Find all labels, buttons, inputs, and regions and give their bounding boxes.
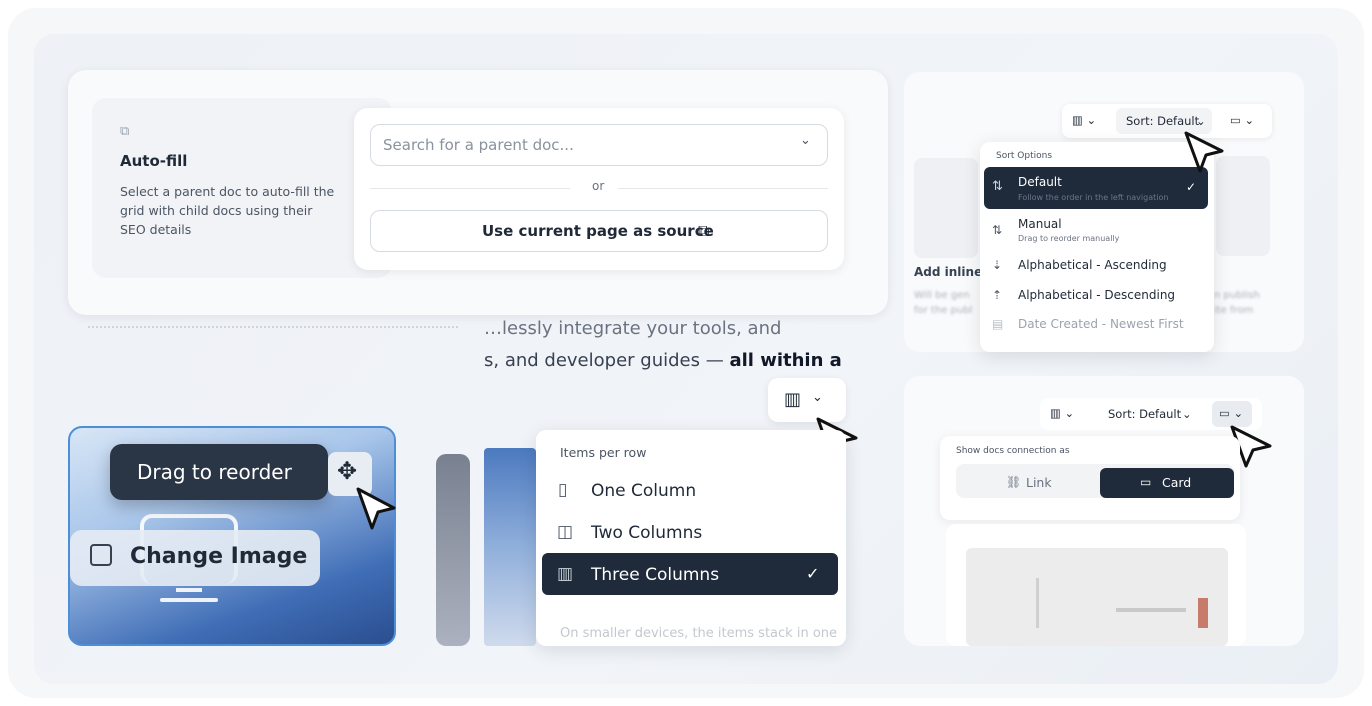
sort-option-alpha-desc[interactable]: Alphabetical - Descending [1018, 288, 1175, 302]
menu-item-one-column[interactable]: One Column [591, 481, 696, 501]
chevron-down-icon: ⌄ [1196, 114, 1206, 128]
adjacent-image [484, 448, 536, 646]
three-columns-icon: ▥ [557, 564, 574, 584]
card-view-icon[interactable]: ▭ ⌄ [1230, 113, 1254, 127]
chevron-down-icon[interactable]: ⌄ [800, 133, 811, 148]
ghost-text-right: n publish ite from [1214, 290, 1260, 316]
hero-text-line2-bold: all within a [729, 350, 842, 371]
default-sort-icon: ⇅ [992, 179, 1003, 194]
sort-options-header: Sort Options [996, 151, 1053, 161]
monitor-stand [176, 588, 202, 592]
sort-option-date-newest[interactable]: Date Created - Newest First [1018, 317, 1184, 331]
link-icon: ⛓ [1006, 475, 1022, 489]
autofill-icon: ⧉ [120, 124, 130, 139]
hero-text-line2: s, and developer guides — all within a [484, 350, 842, 371]
cursor-pointer-icon [356, 487, 396, 530]
divider [370, 188, 570, 189]
search-placeholder: Search for a parent doc... [383, 136, 574, 154]
sort-option-default-label: Default [1018, 175, 1062, 189]
sort-button-label: Sort: Default [1126, 114, 1200, 128]
image-icon [90, 544, 112, 566]
move-icon: ✥ [337, 457, 358, 485]
columns-icon[interactable]: ▥ ⌄ [1072, 113, 1096, 127]
items-per-row-header: Items per row [560, 445, 647, 460]
link-option[interactable]: Link [1026, 475, 1052, 490]
dotted-divider [88, 326, 458, 330]
ghost-title: Add inline [914, 265, 983, 279]
monitor-base [160, 598, 218, 602]
card-icon: ▭ [1140, 475, 1152, 489]
autofill-description: Select a parent doc to auto-fill the gri… [120, 184, 335, 237]
or-label: or [592, 179, 605, 193]
divider [618, 188, 828, 189]
sort-option-manual-desc: Drag to reorder manually [1018, 234, 1120, 243]
menu-item-two-columns[interactable]: Two Columns [591, 523, 702, 543]
chevron-down-icon: ⌄ [1182, 407, 1192, 421]
columns-icon: ▥ [784, 389, 802, 410]
sort-desc-icon: ⇡ [992, 288, 1003, 302]
check-icon: ✓ [1186, 180, 1197, 194]
drag-tooltip-label: Drag to reorder [137, 460, 292, 484]
card-option-label: Card [1162, 475, 1192, 490]
menu-item-three-columns-label: Three Columns [591, 565, 720, 585]
sort-option-manual[interactable]: Manual [1018, 217, 1062, 231]
sort-option-default-desc: Follow the order in the left navigation [1018, 193, 1169, 202]
room-photo-icon [966, 548, 1228, 646]
copy-icon: ⧉ [698, 221, 710, 240]
manual-sort-icon: ⇅ [992, 223, 1003, 237]
chevron-down-icon: ⌄ [812, 390, 823, 405]
ghost-text-left: Will be gen for the publ [914, 290, 973, 316]
hero-text-line1: …lessly integrate your tools, and [484, 318, 782, 339]
sort-button-label[interactable]: Sort: Default [1108, 407, 1181, 421]
change-image-label: Change Image [130, 544, 308, 569]
doc-card-photo [966, 548, 1228, 646]
sort-option-alpha-asc[interactable]: Alphabetical - Ascending [1018, 258, 1167, 272]
check-icon: ✓ [806, 564, 820, 583]
columns-icon[interactable]: ▥ ⌄ [1050, 406, 1074, 420]
card-view-icon: ▭ ⌄ [1219, 406, 1244, 420]
ghost-card [914, 158, 978, 258]
items-per-row-footnote: On smaller devices, the items stack in o… [560, 626, 838, 641]
calendar-icon: ▤ [992, 317, 1004, 331]
hero-text-line2-prefix: s, and developer guides — [484, 350, 724, 371]
adjacent-card-strip [436, 454, 470, 646]
connection-header: Show docs connection as [956, 446, 1070, 456]
use-current-page-label: Use current page as source [482, 222, 714, 240]
one-column-icon: ▯ [558, 480, 568, 500]
sort-asc-icon: ⇣ [992, 258, 1003, 272]
autofill-title: Auto-fill [120, 152, 188, 170]
cursor-pointer-icon [1184, 131, 1224, 173]
two-columns-icon: ◫ [557, 522, 574, 542]
